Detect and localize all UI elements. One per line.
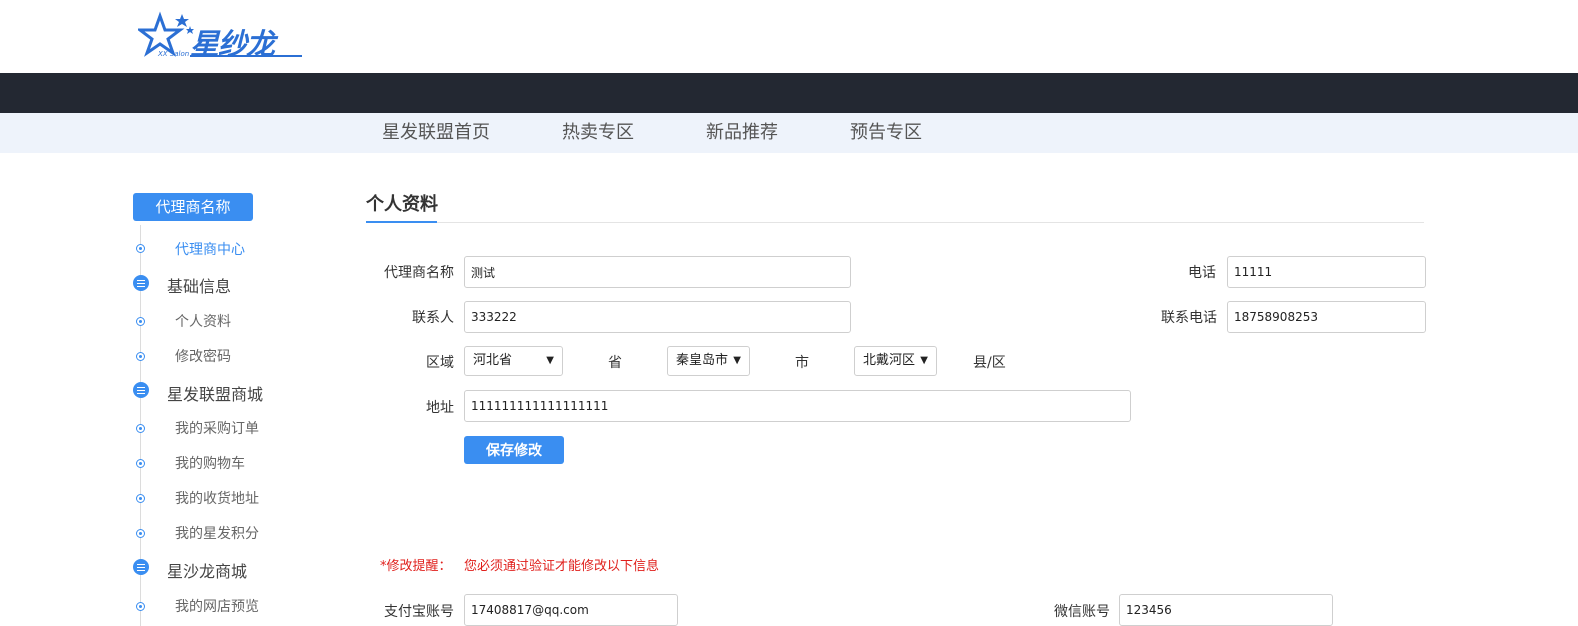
province-unit: 省 xyxy=(608,355,622,371)
sidebar-item-points[interactable]: 我的星发积分 xyxy=(175,523,259,543)
bullet-icon xyxy=(136,352,145,361)
bullet-icon xyxy=(136,424,145,433)
bullet-icon xyxy=(136,244,145,253)
nav-hot-sale[interactable]: 热卖专区 xyxy=(562,113,634,153)
address-input[interactable] xyxy=(464,390,1131,422)
sidebar-item-cart[interactable]: 我的购物车 xyxy=(175,453,245,473)
bullet-icon xyxy=(136,602,145,611)
county-select[interactable]: 北戴河区 ▼ xyxy=(854,346,937,376)
contact-input[interactable] xyxy=(464,301,851,333)
agent-name-input[interactable] xyxy=(464,256,851,288)
province-value: 河北省 xyxy=(473,353,513,368)
alipay-label: 支付宝账号 xyxy=(384,604,454,620)
alipay-input[interactable] xyxy=(464,594,678,626)
title-divider xyxy=(366,222,1424,223)
page-title: 个人资料 xyxy=(366,194,438,215)
main-nav: 星发联盟首页 热卖专区 新品推荐 预告专区 xyxy=(0,113,1578,153)
bullet-icon xyxy=(136,494,145,503)
city-value: 秦皇岛市 xyxy=(676,353,729,368)
dropdown-arrow-icon: ▼ xyxy=(733,355,741,366)
city-select[interactable]: 秦皇岛市 ▼ xyxy=(667,346,750,376)
city-unit: 市 xyxy=(795,355,809,371)
phone-label: 电话 xyxy=(1188,265,1216,281)
reminder-text: 您必须通过验证才能修改以下信息 xyxy=(464,559,660,574)
nav-home[interactable]: 星发联盟首页 xyxy=(382,113,490,153)
dropdown-arrow-icon: ▼ xyxy=(920,355,928,366)
contact-phone-label: 联系电话 xyxy=(1161,310,1217,326)
bullet-icon xyxy=(136,459,145,468)
bullet-icon xyxy=(136,529,145,538)
bullet-icon xyxy=(136,317,145,326)
region-label: 区域 xyxy=(426,355,454,371)
nav-preview[interactable]: 预告专区 xyxy=(850,113,922,153)
sidebar-item-profile[interactable]: 个人资料 xyxy=(175,311,231,331)
menu-icon xyxy=(133,275,149,291)
wechat-input[interactable] xyxy=(1119,594,1333,626)
province-select[interactable]: 河北省 ▼ xyxy=(464,346,563,376)
dropdown-arrow-icon: ▼ xyxy=(546,355,554,366)
county-value: 北戴河区 xyxy=(863,353,916,368)
site-logo[interactable]: 星纱龙 XX Salon xyxy=(138,10,308,62)
sidebar-section-salon-mall[interactable]: 星沙龙商城 xyxy=(167,558,247,582)
sidebar-item-change-password[interactable]: 修改密码 xyxy=(175,346,231,366)
menu-icon xyxy=(133,382,149,398)
county-unit: 县/区 xyxy=(973,355,1006,371)
save-button[interactable]: 保存修改 xyxy=(464,436,564,464)
nav-new-products[interactable]: 新品推荐 xyxy=(706,113,778,153)
phone-input[interactable] xyxy=(1227,256,1426,288)
contact-label: 联系人 xyxy=(412,310,454,326)
agent-name-label: 代理商名称 xyxy=(384,265,454,281)
sidebar-item-agent-center[interactable]: 代理商中心 xyxy=(175,239,245,259)
logo-underline xyxy=(190,55,302,57)
logo-subtext: XX Salon xyxy=(158,50,190,58)
top-dark-bar xyxy=(0,73,1578,113)
sidebar-item-purchase-orders[interactable]: 我的采购订单 xyxy=(175,418,259,438)
sidebar-item-shop-preview[interactable]: 我的网店预览 xyxy=(175,596,259,616)
menu-icon xyxy=(133,559,149,575)
contact-phone-input[interactable] xyxy=(1227,301,1426,333)
sidebar-section-basic-info[interactable]: 基础信息 xyxy=(167,273,231,297)
sidebar-section-alliance-mall[interactable]: 星发联盟商城 xyxy=(167,381,263,405)
title-underline xyxy=(366,221,437,223)
sidebar-title[interactable]: 代理商名称 xyxy=(133,193,253,221)
reminder-label: *修改提醒： xyxy=(380,559,452,574)
address-label: 地址 xyxy=(426,400,454,416)
sidebar-item-shipping-address[interactable]: 我的收货地址 xyxy=(175,488,259,508)
wechat-label: 微信账号 xyxy=(1054,604,1110,620)
